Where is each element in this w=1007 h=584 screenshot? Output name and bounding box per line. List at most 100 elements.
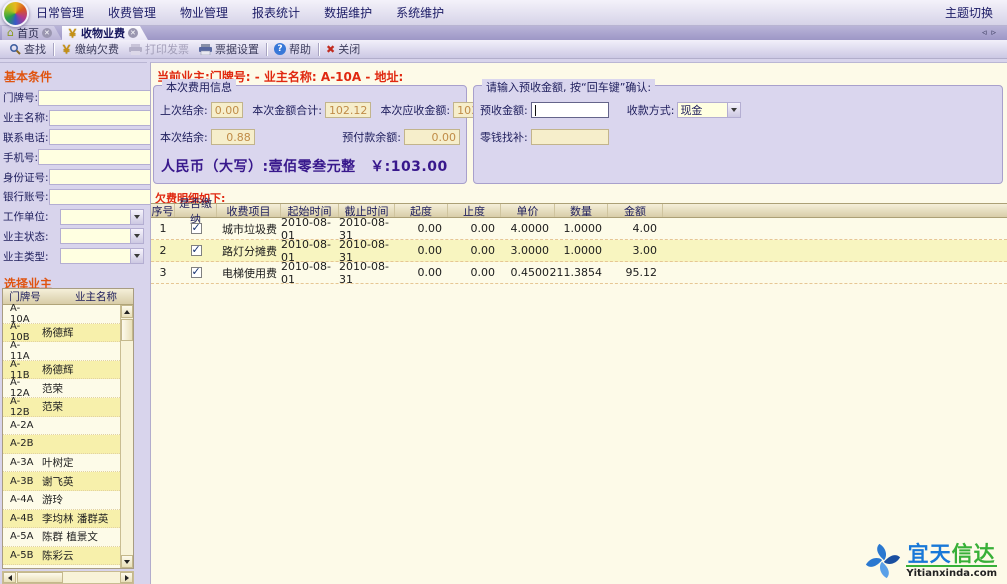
owner-table-vertical-scrollbar[interactable] — [120, 305, 133, 568]
checked-checkbox-icon[interactable] — [191, 245, 202, 256]
find-button-label: 查找 — [24, 41, 46, 57]
receipt-settings-label: 票据设置 — [215, 41, 259, 57]
owner-header-door[interactable]: 门牌号 — [3, 289, 47, 304]
cell-pay — [175, 218, 217, 239]
chevron-down-icon[interactable] — [130, 210, 143, 224]
cell-deg-from: 0.00 — [395, 240, 448, 261]
header-seq[interactable]: 序号 — [151, 204, 175, 217]
chevron-down-icon[interactable] — [727, 103, 740, 117]
amount-in-words: 人民币（大写）:壹佰零叁元整 ￥:103.00 — [161, 156, 466, 176]
menu-fee-management[interactable]: 收费管理 — [108, 4, 156, 21]
print-invoice-label: 打印发票 — [145, 41, 189, 57]
work-unit-select[interactable] — [60, 209, 144, 225]
receivable-label: 本次应收金额: — [380, 102, 450, 118]
owner-name: 陈群 植景文 — [39, 529, 120, 544]
menu-report-statistics[interactable]: 报表统计 — [252, 4, 300, 21]
fee-row-2: 本次结余: 0.88 预付款余额: 0.00 — [154, 129, 466, 145]
header-item[interactable]: 收费项目 — [217, 204, 281, 217]
cell-amount: 95.12 — [608, 262, 663, 283]
fee-collection-main: 当前业主:门牌号: - 业主名称: A-10A - 地址: 本次费用信息 上次结… — [150, 62, 1007, 584]
scroll-right-icon[interactable] — [120, 572, 133, 583]
tab-collect-label: 收物业费 — [81, 25, 125, 41]
cell-amount: 3.00 — [608, 240, 663, 261]
header-deg-from[interactable]: 起度 — [395, 204, 448, 217]
cell-qty: 1.0000 — [555, 240, 608, 261]
header-price[interactable]: 单价 — [501, 204, 555, 217]
owner-row[interactable]: A-3A叶树定 — [3, 454, 120, 473]
mobile-label: 手机号: — [3, 150, 38, 165]
total-amount-label: 本次金额合计: — [252, 102, 322, 118]
owner-name: 杨德辉 — [39, 325, 120, 340]
help-button[interactable]: ? 帮助 — [269, 41, 316, 58]
owner-row[interactable]: A-5A陈群 植景文 — [3, 528, 120, 547]
help-label: 帮助 — [289, 41, 311, 57]
prepay-legend: 请输入预收金额, 按“回车键”确认: — [482, 79, 655, 95]
tab-home[interactable]: ⌂ 首页 ✕ — [2, 26, 62, 40]
owner-row[interactable]: A-4A游玲 — [3, 491, 120, 510]
tab-collect-property-fee[interactable]: ￥ 收物业费 ✕ — [62, 26, 148, 40]
checked-checkbox-icon[interactable] — [191, 223, 202, 234]
find-button[interactable]: 查找 — [4, 41, 51, 58]
close-button[interactable]: ✖ 关闭 — [321, 41, 365, 58]
menu-property-management[interactable]: 物业管理 — [180, 4, 228, 21]
owner-row[interactable]: A-5B陈彩云 — [3, 547, 120, 566]
owner-row[interactable]: A-12B范荣 — [3, 398, 120, 417]
detail-row[interactable]: 2 路灯分摊费 2010-08-01 2010-08-31 0.00 0.00 … — [151, 240, 1007, 262]
toolbar-separator — [53, 43, 54, 56]
vertical-scroll-thumb[interactable] — [121, 319, 133, 341]
owner-name: 游玲 — [39, 492, 120, 507]
tab-collect-close-icon[interactable]: ✕ — [128, 28, 138, 38]
header-amount[interactable]: 金额 — [608, 204, 663, 217]
scroll-down-icon[interactable] — [121, 555, 133, 568]
tab-scroll-right-icon[interactable]: ▹ — [991, 28, 1001, 38]
change-input[interactable] — [531, 129, 609, 145]
owner-door: A-12B — [3, 396, 39, 418]
field-row-owner-type: 业主类型: — [3, 246, 144, 266]
owner-header-name[interactable]: 业主名称 — [47, 289, 133, 304]
owner-row[interactable]: A-4B李均林 潘群英 — [3, 510, 120, 529]
cell-deg-from: 0.00 — [395, 218, 448, 239]
scroll-left-icon[interactable] — [3, 572, 16, 583]
brand-logo: 宜天信达 Yitianxinda.com — [865, 543, 997, 579]
header-filler — [663, 204, 1007, 217]
owner-door: A-2A — [3, 420, 39, 431]
header-qty[interactable]: 数量 — [555, 204, 608, 217]
menu-system-maintenance[interactable]: 系统维护 — [396, 4, 444, 21]
pay-arrears-button[interactable]: ￥ 缴纳欠费 — [56, 41, 124, 58]
menu-data-maintenance[interactable]: 数据维护 — [324, 4, 372, 21]
cell-end: 2010-08-31 — [339, 218, 395, 239]
detail-row[interactable]: 3 电梯使用费 2010-08-01 2010-08-31 0.00 0.00 … — [151, 262, 1007, 284]
yen-icon: ￥ — [61, 41, 72, 57]
owner-row[interactable]: A-3B谢飞英 — [3, 472, 120, 491]
menu-daily-management[interactable]: 日常管理 — [36, 4, 84, 21]
chevron-down-icon[interactable] — [130, 249, 143, 263]
owner-type-select[interactable] — [60, 248, 144, 264]
chevron-down-icon[interactable] — [130, 229, 143, 243]
detail-row[interactable]: 1 城市垃圾费 2010-08-01 2010-08-31 0.00 0.00 … — [151, 218, 1007, 240]
cell-deg-to: 0.00 — [448, 240, 501, 261]
owner-row[interactable]: A-6A郭礼宁 曾媚媚 — [3, 565, 120, 569]
owner-row[interactable]: A-2A — [3, 417, 120, 436]
owner-name: 范荣 — [39, 399, 120, 414]
scroll-up-icon[interactable] — [121, 305, 133, 318]
bank-account-label: 银行账号: — [3, 189, 49, 204]
prepay-amount-input[interactable] — [531, 102, 609, 118]
last-balance-value: 0.00 — [211, 102, 244, 118]
header-pay[interactable]: 是否缴纳 — [175, 204, 217, 217]
tab-scroll-arrows[interactable]: ◃▹ — [982, 28, 1001, 38]
phone-label: 联系电话: — [3, 130, 49, 145]
pinwheel-icon — [865, 543, 901, 579]
pay-method-select[interactable]: 现金 — [677, 102, 741, 118]
current-balance-value: 0.88 — [211, 129, 255, 145]
checked-checkbox-icon[interactable] — [191, 267, 202, 278]
horizontal-scroll-thumb[interactable] — [17, 572, 63, 583]
arrears-detail-table: 序号 是否缴纳 收费项目 起始时间 截止时间 起度 止度 单价 数量 金额 1 … — [151, 203, 1007, 284]
header-deg-to[interactable]: 止度 — [448, 204, 501, 217]
owner-status-select[interactable] — [60, 228, 144, 244]
receipt-settings-button[interactable]: 票据设置 — [194, 41, 264, 58]
tab-home-close-icon[interactable]: ✕ — [42, 28, 52, 38]
prepay-amount-label: 预收金额: — [480, 102, 528, 118]
owner-row[interactable]: A-2B — [3, 435, 120, 454]
owner-table-horizontal-scrollbar[interactable] — [2, 571, 134, 584]
theme-switch-button[interactable]: 主题切换 — [945, 4, 993, 21]
